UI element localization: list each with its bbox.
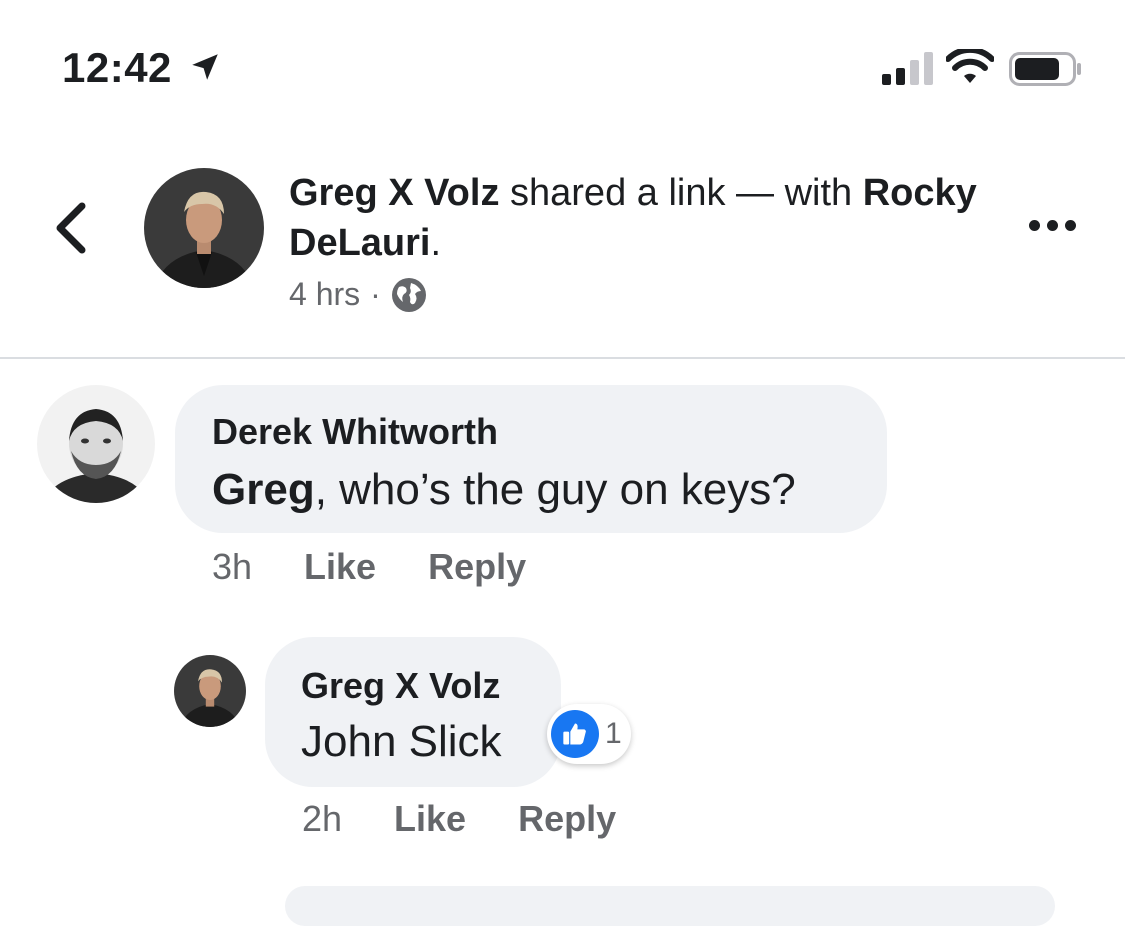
like-button[interactable]: Like	[304, 546, 376, 588]
next-comment-bubble[interactable]	[285, 886, 1055, 926]
comment-actions: 3h Like Reply	[212, 546, 526, 588]
reply-author-avatar[interactable]	[174, 655, 246, 727]
mention-link[interactable]: Greg	[212, 465, 315, 514]
status-time: 12:42	[62, 44, 172, 91]
reply-button[interactable]: Reply	[518, 798, 616, 840]
post-header-text: Greg X Volz shared a link — with Rocky D…	[289, 168, 979, 268]
battery-icon	[1009, 52, 1081, 86]
post-meta: 4 hrs ·	[289, 276, 427, 313]
reply-author[interactable]: Greg X Volz	[301, 665, 500, 707]
thumbs-up-icon	[551, 710, 599, 758]
comment-text: Greg, who’s the guy on keys?	[212, 465, 796, 515]
author-avatar[interactable]	[144, 168, 264, 288]
reaction-count: 1	[605, 717, 622, 750]
reply-time[interactable]: 2h	[302, 798, 342, 840]
author-name-link[interactable]: Greg X Volz	[289, 172, 499, 214]
reply-actions: 2h Like Reply	[302, 798, 616, 840]
cellular-signal-icon	[882, 52, 933, 85]
reaction-summary[interactable]: 1	[547, 704, 631, 764]
comment-bubble[interactable]: Derek Whitworth Greg, who’s the guy on k…	[175, 385, 887, 533]
location-arrow-icon	[192, 54, 218, 80]
header-divider	[0, 357, 1125, 359]
back-chevron-icon[interactable]	[52, 200, 88, 256]
comment-text-body: , who’s the guy on keys?	[314, 465, 796, 514]
shared-link-text: shared a link — with	[499, 172, 863, 214]
reply-bubble[interactable]: Greg X Volz John Slick	[265, 637, 561, 787]
commenter-avatar[interactable]	[37, 385, 155, 503]
period-text: .	[430, 222, 442, 264]
reply-button[interactable]: Reply	[428, 546, 526, 588]
reply-text: John Slick	[301, 717, 502, 766]
meta-separator: ·	[370, 276, 381, 312]
more-options-icon[interactable]	[1029, 220, 1076, 231]
post-time[interactable]: 4 hrs	[289, 276, 360, 313]
comment-author[interactable]: Derek Whitworth	[212, 411, 498, 453]
like-button[interactable]: Like	[394, 798, 466, 840]
globe-icon	[391, 277, 426, 312]
wifi-icon	[946, 49, 994, 83]
comment-time[interactable]: 3h	[212, 546, 252, 588]
